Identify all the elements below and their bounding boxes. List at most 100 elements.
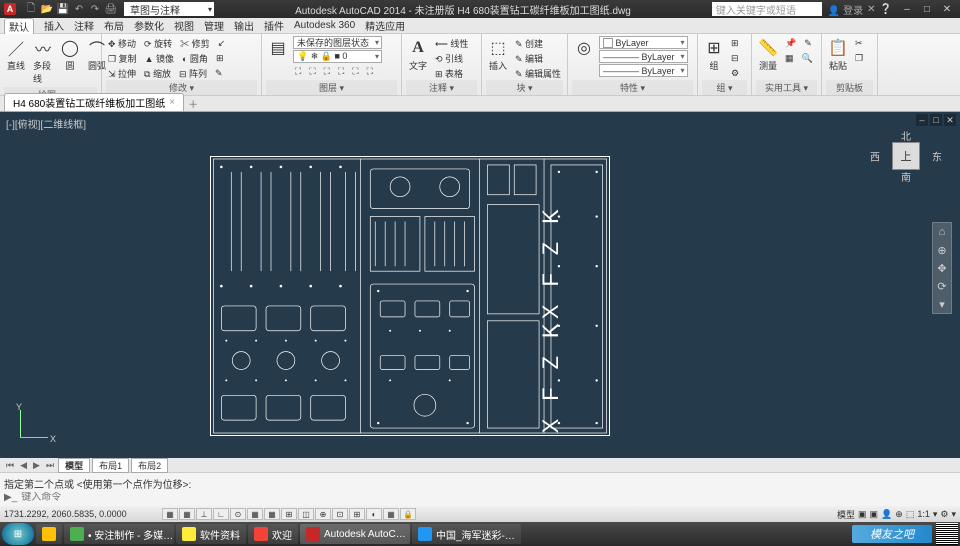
copy-button[interactable]: ❐ 复制 [106,51,139,65]
start-button[interactable]: ⊞ [2,523,34,545]
util-icon[interactable]: ✎ [802,36,814,50]
qat-undo-icon[interactable]: ↶ [72,2,86,16]
nav-more-icon[interactable]: ▾ [933,295,951,313]
move-button[interactable]: ✥ 移动 [106,36,138,50]
layer-dropdown[interactable]: 💡 ❄ 🔒 ■ 0 [293,50,382,63]
viewcube-north[interactable]: 北 [901,128,911,143]
viewcube[interactable]: 北 南 东 西 上 [880,130,932,182]
table-button[interactable]: ⊞ 表格 [433,66,470,80]
qat-print-icon[interactable]: 🖨 [104,2,118,16]
vp-min-icon[interactable]: – [916,114,928,126]
layer-properties-button[interactable]: ▤ [266,36,290,60]
tab-annotate[interactable]: 注释 [74,18,94,33]
scale-button[interactable]: ⧉ 缩放 [142,66,173,80]
explode-icon[interactable]: ⊞ [214,51,226,65]
nav-zoom-icon[interactable]: ⊕ [933,241,951,259]
circle-button[interactable]: ◯圆 [58,36,82,74]
model-space-button[interactable]: 模型 [837,508,855,521]
polyline-button[interactable]: 〰多段线 [31,36,55,87]
viewcube-west[interactable]: 西 [870,149,880,164]
qat-open-icon[interactable]: 📂 [40,2,54,16]
status-icon[interactable]: ⬚ [906,509,915,520]
otrack-toggle-icon[interactable]: ▦ [264,508,280,520]
sign-in-button[interactable]: 👤 登录 [828,2,863,17]
edit-block-button[interactable]: ✎ 编辑 [513,51,563,65]
minimize-button[interactable]: – [898,4,916,15]
copy-clip-icon[interactable]: ❐ [853,51,865,65]
status-icon[interactable]: ▾ [951,509,956,520]
viewport-label[interactable]: [-][俯视][二维线框] [6,116,86,131]
text-button[interactable]: A文字 [406,36,430,74]
taskbar-item[interactable]: 欢迎 [248,524,298,544]
group-mgr-icon[interactable]: ⚙ [729,66,741,80]
extend-icon[interactable]: ↙ [216,36,228,50]
ducs-toggle-icon[interactable]: ⊞ [281,508,297,520]
layer-tool-icon[interactable]: ⛶ [293,64,303,78]
new-tab-button[interactable]: ＋ [188,96,198,111]
ortho-toggle-icon[interactable]: ⊥ [196,508,212,520]
tab-layout[interactable]: 布局 [104,18,124,33]
rotate-button[interactable]: ⟳ 旋转 [142,36,174,50]
nav-home-icon[interactable]: ⌂ [933,223,951,241]
tab-manage[interactable]: 管理 [204,18,224,33]
vp-close-icon[interactable]: ✕ [944,114,956,126]
layout-prev-icon[interactable]: ◀ [18,460,29,471]
file-tab-close-icon[interactable]: × [169,97,175,108]
measure-button[interactable]: 📏测量 [756,36,780,74]
ungroup-icon[interactable]: ⊞ [729,36,741,50]
group-edit-icon[interactable]: ⊟ [729,51,741,65]
panel-utilities-title[interactable]: 实用工具 ▾ [756,80,817,95]
util-icon[interactable]: 📌 [783,36,798,50]
tab-featured[interactable]: 精选应用 [365,18,405,33]
cut-icon[interactable]: ✂ [853,36,865,50]
qat-redo-icon[interactable]: ↷ [88,2,102,16]
layer-tool-icon[interactable]: ⛶ [336,64,346,78]
panel-annotation-title[interactable]: 注释 ▾ [406,80,477,95]
lineweight-dropdown[interactable]: ———— ByLayer [599,64,688,77]
qat-save-icon[interactable]: 💾 [56,2,70,16]
taskbar-item[interactable]: 软件资料 [176,524,246,544]
layer-state-dropdown[interactable]: 未保存的图层状态 [293,36,382,49]
tab-parametric[interactable]: 参数化 [134,18,164,33]
layout-first-icon[interactable]: ⏮ [4,460,16,471]
taskbar-item[interactable]: Autodesk AutoC… [300,524,410,544]
tab-insert[interactable]: 插入 [44,18,64,33]
layout-last-icon[interactable]: ⏭ [44,460,56,471]
close-button[interactable]: ✕ [938,4,956,15]
tab-home[interactable]: 默认 [4,18,34,34]
drawing-canvas[interactable]: [-][俯视][二维线框] – □ ✕ 北 南 东 西 上 ⌂ ⊕ ✥ ⟳ ▾ … [0,112,960,472]
status-icon[interactable]: ▣ [870,509,879,520]
fillet-button[interactable]: ◐ 圆角 [180,51,210,65]
array-button[interactable]: ⊟ 阵列 [177,66,209,80]
insert-block-button[interactable]: ⬚插入 [486,36,510,74]
linetype-dropdown[interactable]: ———— ByLayer [599,50,688,63]
tab-a360[interactable]: Autodesk 360 [294,20,355,31]
grid-toggle-icon[interactable]: ▦ [179,508,195,520]
layer-tool-icon[interactable]: ⛶ [322,64,332,78]
status-icon[interactable]: 👤 [881,509,892,520]
command-input[interactable] [21,492,956,503]
group-button[interactable]: ⊞组 [702,36,726,74]
app-icon[interactable]: A [4,3,16,15]
panel-properties-title[interactable]: 特性 ▾ [572,80,693,95]
exchange-icon[interactable]: ✕ [867,4,875,15]
qat-new-icon[interactable]: 🗋 [24,2,38,16]
mirror-button[interactable]: ▲ 镜像 [143,51,176,65]
stretch-button[interactable]: ⇲ 拉伸 [106,66,138,80]
edit-attr-button[interactable]: ✎ 编辑属性 [513,66,563,80]
dyn-toggle-icon[interactable]: ◫ [298,508,314,520]
util-icon[interactable]: ▦ [783,51,796,65]
nav-orbit-icon[interactable]: ⟳ [933,277,951,295]
panel-layer-title[interactable]: 图层 ▾ [266,80,397,95]
nav-pan-icon[interactable]: ✥ [933,259,951,277]
linear-dim-button[interactable]: ⟵ 线性 [433,36,470,50]
3dosnap-toggle-icon[interactable]: ▦ [247,508,263,520]
tab-output[interactable]: 输出 [234,18,254,33]
layer-tool-icon[interactable]: ⛶ [365,64,375,78]
workspace-gear-icon[interactable]: ⚙ [940,509,948,520]
coordinates-display[interactable]: 1731.2292, 2060.5835, 0.0000 [4,509,154,519]
viewcube-south[interactable]: 南 [901,169,911,184]
anno-scale-button[interactable]: 1:1 [917,509,930,519]
tab-plugins[interactable]: 插件 [264,18,284,33]
command-window[interactable]: 指定第二个点或 <使用第一个点作为位移>: ▶_ [0,472,960,506]
